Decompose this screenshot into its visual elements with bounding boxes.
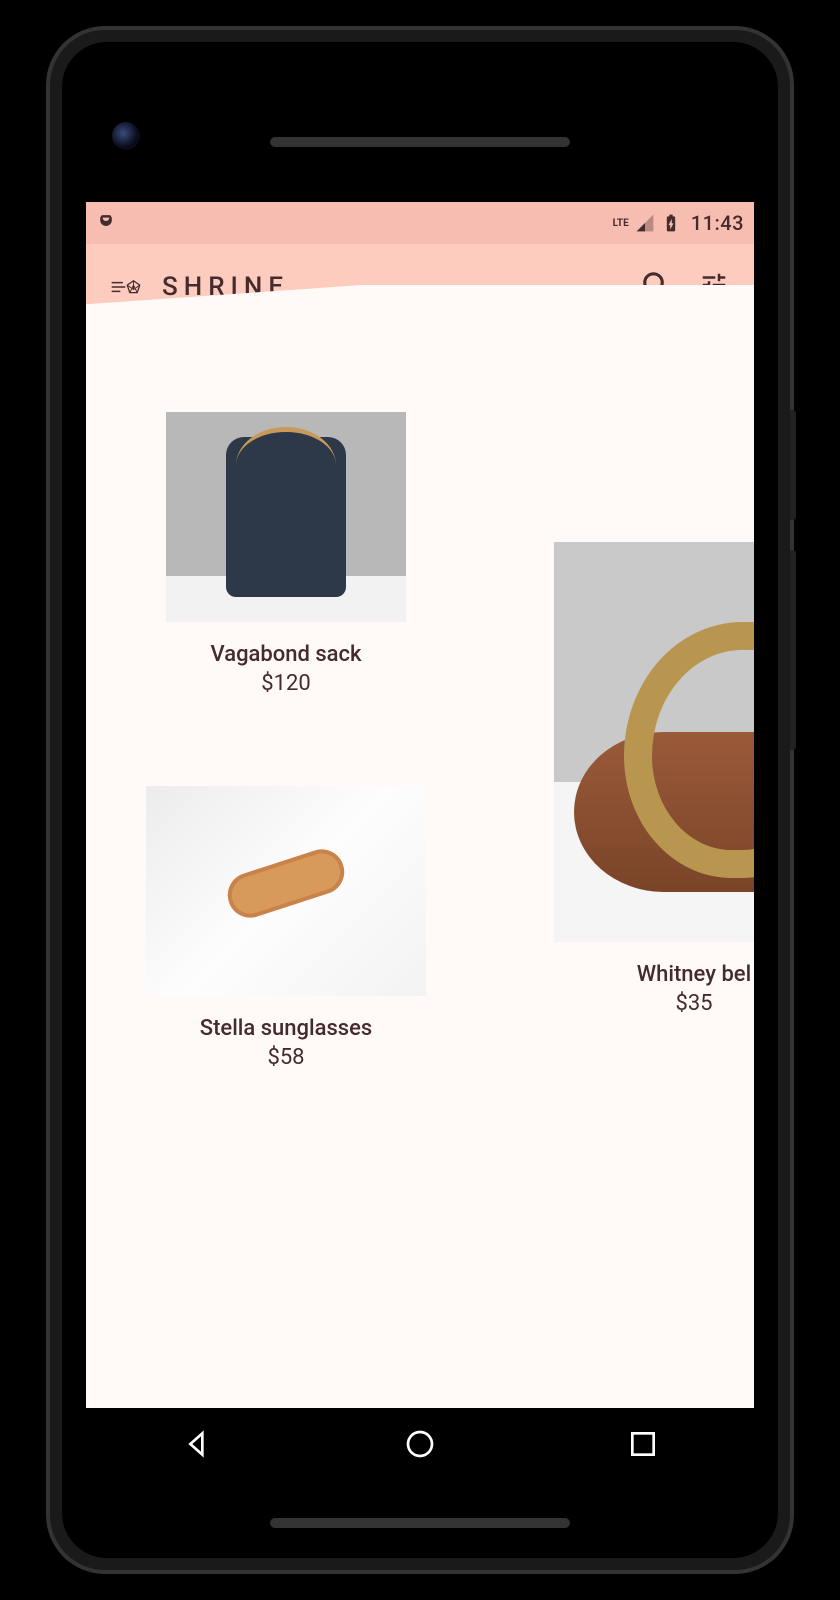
product-image-sunglasses <box>146 786 426 996</box>
volume-button <box>790 550 796 750</box>
status-bar: LTE 11:43 <box>86 202 754 244</box>
clock: 11:43 <box>691 211 744 235</box>
product-card[interactable]: Vagabond sack $120 <box>146 412 426 696</box>
recent-apps-button[interactable] <box>627 1428 659 1464</box>
phone-bezel: LTE 11:43 <box>62 42 778 1558</box>
phone-frame: LTE 11:43 <box>50 30 790 1570</box>
product-card[interactable]: Stella sunglasses $58 <box>146 786 426 1070</box>
product-name: Whitney bel <box>554 962 754 987</box>
battery-charging-icon <box>661 213 681 233</box>
screen: LTE 11:43 <box>86 202 754 1408</box>
product-grid[interactable]: Vagabond sack $120 Stella sunglasses $58… <box>86 342 754 1408</box>
product-image-backpack <box>166 412 406 622</box>
product-price: $120 <box>146 671 426 696</box>
speaker-bottom <box>270 1518 570 1528</box>
signal-icon <box>635 213 655 233</box>
back-button[interactable] <box>181 1428 213 1464</box>
product-price: $58 <box>146 1045 426 1070</box>
android-navbar <box>86 1408 754 1483</box>
home-button[interactable] <box>404 1428 436 1464</box>
backdrop-cut <box>86 285 754 345</box>
product-name: Vagabond sack <box>146 642 426 667</box>
speaker-top <box>270 137 570 147</box>
product-image-belt <box>554 542 754 942</box>
power-button <box>790 410 796 520</box>
debug-icon <box>96 211 116 236</box>
front-camera <box>112 122 140 150</box>
network-label: LTE <box>613 218 629 229</box>
product-name: Stella sunglasses <box>146 1016 426 1041</box>
appbar: SHRINE <box>86 244 754 344</box>
product-price: $35 <box>554 991 754 1016</box>
product-card[interactable]: Whitney bel $35 <box>554 542 754 1016</box>
